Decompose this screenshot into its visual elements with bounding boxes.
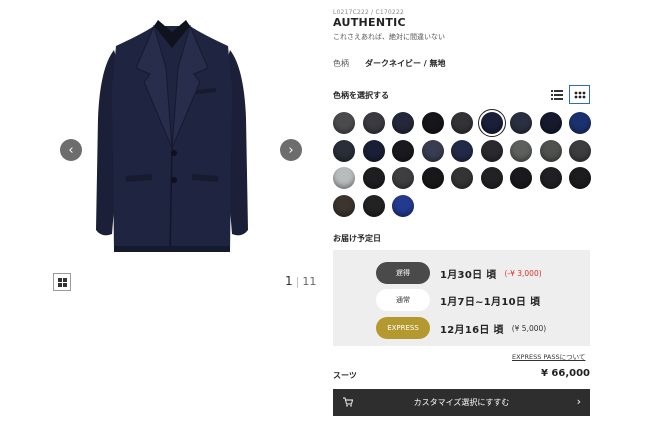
delivery-late-pill[interactable]: 遅得 <box>376 262 430 284</box>
delivery-option-normal[interactable]: 通常 1月7日~1月10日 頃 <box>376 289 540 311</box>
list-icon <box>551 89 563 100</box>
grid-view-button[interactable] <box>569 85 590 104</box>
color-swatch[interactable] <box>392 139 414 162</box>
price: ¥ 66,000 <box>540 368 590 379</box>
next-image-button[interactable]: › <box>280 139 302 161</box>
color-swatch[interactable] <box>539 139 562 162</box>
delivery-title: お届け予定日 <box>333 234 381 243</box>
delivery-express-fee: (¥ 5,000) <box>511 323 547 333</box>
color-swatch[interactable] <box>480 139 503 162</box>
prev-image-button[interactable]: ‹ <box>60 139 82 161</box>
color-swatch[interactable] <box>510 139 532 162</box>
grid-icon <box>574 91 585 98</box>
grid-icon <box>57 277 67 287</box>
color-swatch[interactable] <box>333 112 355 134</box>
list-view-button[interactable] <box>547 85 567 104</box>
delivery-late-discount: (-¥ 3,000) <box>504 268 542 278</box>
thumbnail-grid-button[interactable] <box>53 273 71 291</box>
color-swatch[interactable] <box>392 167 414 189</box>
customize-button-label: カスタマイズ選択にすすむ <box>413 398 510 407</box>
product-name: AUTHENTIC <box>333 16 406 29</box>
color-swatch[interactable] <box>510 112 532 134</box>
color-swatch[interactable] <box>510 167 532 189</box>
color-swatch[interactable] <box>569 139 591 162</box>
delivery-option-late[interactable]: 遅得 1月30日 頃 (-¥ 3,000) <box>376 262 542 284</box>
product-description: これさえあれば、絶対に間違いない <box>333 33 445 41</box>
swatch-section-title: 色柄を選択する <box>333 91 389 100</box>
color-swatch[interactable] <box>569 112 591 134</box>
color-swatch[interactable] <box>362 112 385 134</box>
color-swatch[interactable] <box>451 167 473 189</box>
total-pages: 11 <box>302 275 317 288</box>
delivery-option-express[interactable]: EXPRESS 12月16日 頃 (¥ 5,000) <box>376 317 546 339</box>
chevron-left-icon: ‹ <box>68 142 74 158</box>
item-label: スーツ <box>333 371 357 380</box>
color-swatch[interactable] <box>392 194 414 217</box>
color-swatch[interactable] <box>477 109 506 137</box>
color-swatch[interactable] <box>333 139 355 162</box>
product-panel: L0217C222 / C170222 AUTHENTIC これさえあれば、絶対… <box>333 0 593 427</box>
color-swatch[interactable] <box>392 112 414 134</box>
chevron-right-icon: › <box>576 395 581 408</box>
color-swatch[interactable] <box>333 167 355 189</box>
color-swatch[interactable] <box>451 112 473 134</box>
image-pager: 1 | 11 <box>285 274 316 288</box>
color-swatch[interactable] <box>539 167 562 189</box>
color-label: 色柄 <box>333 59 349 68</box>
color-value: ダークネイビー / 無地 <box>365 59 446 68</box>
pager-separator: | <box>295 275 300 288</box>
delivery-options: 遅得 1月30日 頃 (-¥ 3,000) 通常 1月7日~1月10日 頃 EX… <box>333 250 590 346</box>
delivery-normal-pill[interactable]: 通常 <box>376 289 430 311</box>
customize-button[interactable]: カスタマイズ選択にすすむ › <box>333 389 590 416</box>
color-swatch[interactable] <box>333 194 355 217</box>
color-swatch[interactable] <box>480 167 503 189</box>
color-swatch[interactable] <box>421 139 444 162</box>
delivery-express-date: 12月16日 頃 <box>440 324 504 336</box>
swatch-grid <box>333 109 593 217</box>
color-swatch[interactable] <box>451 139 473 162</box>
color-swatch[interactable] <box>421 112 444 134</box>
color-swatch[interactable] <box>362 167 385 189</box>
current-page: 1 <box>285 274 293 288</box>
delivery-normal-date: 1月7日~1月10日 頃 <box>440 296 541 308</box>
cart-icon <box>343 397 353 407</box>
product-code: L0217C222 / C170222 <box>333 9 404 16</box>
color-swatch[interactable] <box>569 167 591 189</box>
delivery-express-pill[interactable]: EXPRESS <box>376 317 430 339</box>
color-swatch[interactable] <box>539 112 562 134</box>
color-swatch[interactable] <box>362 194 385 217</box>
delivery-late-date: 1月30日 頃 <box>440 269 497 281</box>
product-image <box>92 8 252 258</box>
product-gallery: ‹ › 1 | 11 <box>0 0 325 427</box>
express-pass-link[interactable]: EXPRESS PASSについて <box>512 351 585 361</box>
color-swatch[interactable] <box>362 139 385 162</box>
color-swatch[interactable] <box>421 167 444 189</box>
chevron-right-icon: › <box>288 142 294 158</box>
